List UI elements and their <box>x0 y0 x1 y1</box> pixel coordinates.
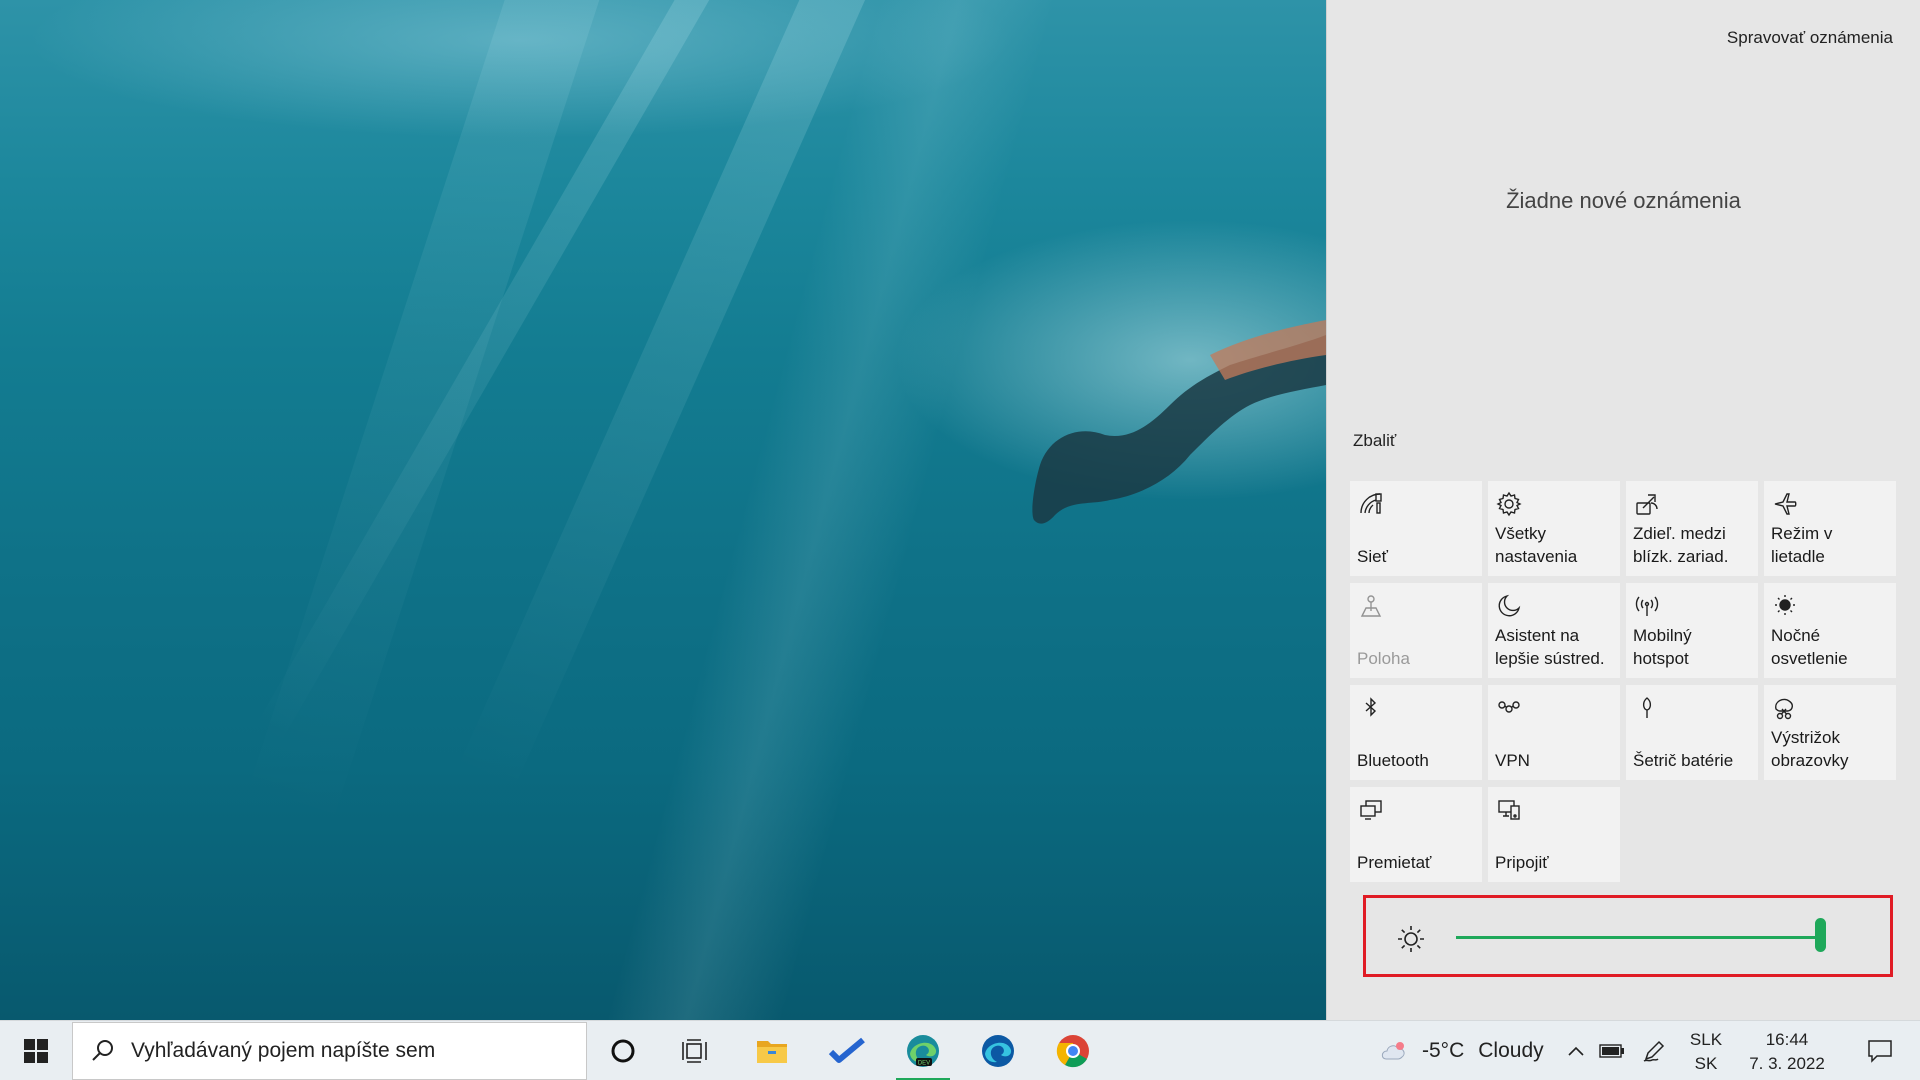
tile-label: Mobilný hotspot <box>1633 626 1692 668</box>
clock-date: 7. 3. 2022 <box>1749 1054 1825 1073</box>
vpn-icon <box>1498 701 1520 713</box>
tile-label: Šetrič batérie <box>1633 751 1734 770</box>
tile-label: Bluetooth <box>1357 751 1429 770</box>
tile-label: Všetky nastavenia <box>1495 524 1578 566</box>
action-center-button[interactable] <box>1840 1021 1920 1080</box>
notification-icon <box>1868 1040 1892 1063</box>
brightness-control <box>1363 895 1893 977</box>
no-notifications-text: Žiadne nové oznámenia <box>1506 188 1741 213</box>
windows-logo-icon <box>24 1039 48 1063</box>
tile-all-settings[interactable]: Všetky nastavenia <box>1488 481 1620 576</box>
show-hidden-icons-button[interactable] <box>1558 1021 1594 1080</box>
tile-project[interactable]: Premietať <box>1350 787 1482 882</box>
night-light-icon <box>1775 595 1795 615</box>
weather-widget[interactable]: -5°C Cloudy <box>1378 1021 1544 1080</box>
tile-label: Poloha <box>1357 649 1410 668</box>
chrome-icon <box>1056 1035 1089 1068</box>
search-icon <box>92 1040 113 1061</box>
tile-label: VPN <box>1495 751 1530 770</box>
manage-notifications-link[interactable]: Spravovať oznámenia <box>1727 28 1893 48</box>
taskbar: DEV -5°C Cloudy SLK SK 16:44 <box>0 1020 1920 1080</box>
edge-button[interactable] <box>963 1021 1033 1080</box>
pen-icon <box>1643 1040 1665 1062</box>
gear-icon <box>1496 491 1522 517</box>
todo-button[interactable] <box>812 1021 882 1080</box>
clock-time: 16:44 <box>1765 1030 1809 1049</box>
tile-airplane-mode[interactable]: Režim v lietadle <box>1764 481 1896 576</box>
tile-label: Asistent na lepšie sústred. <box>1495 626 1605 668</box>
weather-temperature: -5°C <box>1422 1039 1465 1062</box>
tile-nearby-share[interactable]: Zdieľ. medzi blízk. zariad. <box>1626 481 1758 576</box>
pen-button[interactable] <box>1636 1021 1672 1080</box>
battery-saver-icon <box>1642 697 1652 718</box>
tile-screen-snip[interactable]: Výstrižok obrazovky <box>1764 685 1896 780</box>
bluetooth-icon <box>1365 697 1377 717</box>
swimmer-silhouette <box>1032 320 1326 524</box>
network-icon <box>1360 493 1382 514</box>
snip-icon <box>1775 698 1793 720</box>
tile-vpn[interactable]: VPN <box>1488 685 1620 780</box>
tile-network[interactable]: Sieť <box>1350 481 1482 576</box>
edge-icon <box>982 1035 1014 1067</box>
language-code: SLK <box>1689 1030 1723 1049</box>
hotspot-icon <box>1635 596 1659 616</box>
airplane-icon <box>1774 493 1797 515</box>
nearby-share-icon <box>1636 494 1658 515</box>
connect-icon <box>1498 800 1520 820</box>
tile-bluetooth[interactable]: Bluetooth <box>1350 685 1482 780</box>
clock[interactable]: 16:44 7. 3. 2022 <box>1742 1028 1832 1076</box>
todo-icon <box>828 1037 865 1063</box>
cortana-button[interactable] <box>588 1021 658 1080</box>
moon-icon <box>1498 594 1521 617</box>
input-language-indicator[interactable]: SLK SK <box>1688 1028 1724 1076</box>
file-explorer-icon <box>757 1041 787 1063</box>
tile-connect[interactable]: Pripojiť <box>1488 787 1620 882</box>
battery-button[interactable] <box>1594 1021 1630 1080</box>
edge-dev-icon: DEV <box>907 1035 939 1067</box>
weather-cloud-icon <box>1381 1042 1405 1060</box>
tile-focus-assist[interactable]: Asistent na lepšie sústred. <box>1488 583 1620 678</box>
desktop-wallpaper <box>0 0 1326 1020</box>
tile-label: Nočné osvetlenie <box>1771 626 1848 668</box>
tile-label: Sieť <box>1357 547 1388 566</box>
svg-text:DEV: DEV <box>918 1061 930 1067</box>
cortana-icon <box>611 1039 635 1063</box>
quick-actions-grid: Sieť Všetky nastavenia Zdieľ. medzi blíz… <box>1350 481 1896 882</box>
location-icon <box>1360 595 1382 617</box>
tile-mobile-hotspot[interactable]: Mobilný hotspot <box>1626 583 1758 678</box>
weather-condition: Cloudy <box>1478 1039 1544 1062</box>
tile-label: Pripojiť <box>1495 853 1549 872</box>
brightness-sun-icon <box>1398 926 1424 952</box>
project-icon <box>1360 800 1382 820</box>
start-button[interactable] <box>0 1021 72 1080</box>
file-explorer-button[interactable] <box>737 1021 807 1080</box>
taskbar-search-box[interactable] <box>72 1022 587 1080</box>
light-ray <box>244 0 608 830</box>
battery-icon <box>1599 1044 1624 1058</box>
tile-label: Zdieľ. medzi blízk. zariad. <box>1633 524 1729 566</box>
search-input[interactable] <box>131 1039 571 1063</box>
task-view-icon <box>682 1039 707 1063</box>
brightness-slider-track[interactable] <box>1456 936 1820 939</box>
edge-dev-button[interactable]: DEV <box>888 1021 958 1080</box>
task-view-button[interactable] <box>660 1021 730 1080</box>
tile-location[interactable]: Poloha <box>1350 583 1482 678</box>
collapse-link[interactable]: Zbaliť <box>1353 431 1396 451</box>
tile-battery-saver[interactable]: Šetrič batérie <box>1626 685 1758 780</box>
tile-label: Výstrižok obrazovky <box>1771 728 1849 770</box>
action-center-panel: Spravovať oznámenia Žiadne nové oznámeni… <box>1326 0 1920 1020</box>
tile-night-light[interactable]: Nočné osvetlenie <box>1764 583 1896 678</box>
keyboard-layout: SK <box>1694 1054 1718 1073</box>
tile-label: Premietať <box>1357 853 1432 872</box>
chevron-up-icon <box>1568 1046 1584 1056</box>
brightness-slider-thumb[interactable] <box>1814 918 1826 952</box>
tile-label: Režim v lietadle <box>1771 524 1833 566</box>
chrome-button[interactable] <box>1038 1021 1108 1080</box>
